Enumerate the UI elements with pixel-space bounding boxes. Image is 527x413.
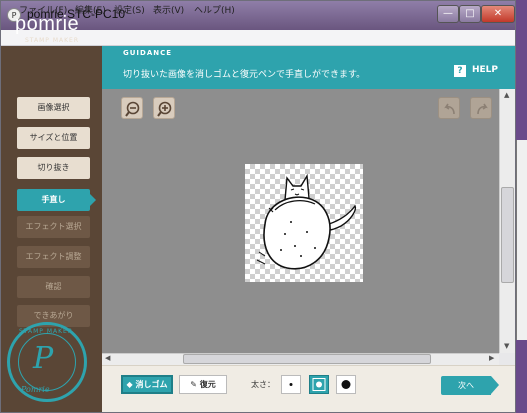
- current-step-arrow: [90, 194, 96, 206]
- maximize-button[interactable]: □: [459, 5, 481, 23]
- guidance-label: GUIDANCE: [123, 49, 173, 57]
- vertical-scroll-thumb[interactable]: [501, 187, 514, 283]
- logo: pomrie: [15, 13, 80, 35]
- undo-icon: [444, 103, 455, 115]
- size-medium-button[interactable]: [309, 375, 329, 394]
- logo-subtitle: STAMP MAKER: [25, 37, 79, 44]
- step-effect-adjust: エフェクト調整: [17, 246, 90, 268]
- size-small-button[interactable]: [281, 375, 301, 394]
- step-confirm: 確認: [17, 276, 90, 298]
- redo-icon: [477, 103, 488, 115]
- restore-label: 復元: [199, 380, 216, 389]
- zoom-out-icon: [125, 101, 140, 117]
- step-effect-select: エフェクト選択: [17, 216, 90, 238]
- menu-help[interactable]: ヘルプ(H): [194, 3, 235, 16]
- step-image-select[interactable]: 画像選択: [17, 97, 90, 119]
- eraser-button[interactable]: ◆ 消しゴム: [121, 375, 173, 394]
- zoom-out-button[interactable]: [121, 97, 143, 119]
- app-window: P pomrie STC-PC10 — □ ✕ ファイル(F) 編集(E) 設定…: [0, 0, 516, 413]
- help-button[interactable]: HELP: [472, 65, 498, 75]
- scroll-down-icon[interactable]: ▼: [504, 342, 509, 350]
- eraser-label: 消しゴム: [135, 380, 168, 389]
- guidance-text: 切り抜いた画像を消しゴムと復元ペンで手直しができます。: [123, 70, 366, 80]
- menu-settings[interactable]: 設定(S): [114, 3, 145, 16]
- seal-letter: P: [33, 341, 54, 376]
- scroll-up-icon[interactable]: ▲: [504, 91, 509, 99]
- restore-pen-icon: ✎: [190, 380, 197, 389]
- thickness-label: 太さ：: [251, 380, 275, 389]
- menu-edit[interactable]: 編集(E): [75, 3, 106, 16]
- redo-button[interactable]: [470, 97, 492, 119]
- horizontal-scroll-thumb[interactable]: [183, 354, 431, 364]
- scroll-left-icon[interactable]: ◀: [105, 354, 110, 362]
- next-arrow-tip[interactable]: [491, 376, 499, 394]
- minimize-button[interactable]: —: [437, 5, 459, 23]
- large-dot-icon: [341, 380, 351, 389]
- small-dot-icon: [289, 383, 293, 386]
- step-touch-up[interactable]: 手直し: [17, 189, 90, 211]
- zoom-in-button[interactable]: [153, 97, 175, 119]
- help-icon[interactable]: ?: [454, 65, 466, 77]
- restore-pen-button[interactable]: ✎ 復元: [179, 375, 227, 394]
- medium-dot-icon: [312, 378, 326, 391]
- step-size-position[interactable]: サイズと位置: [17, 127, 90, 149]
- background-window[interactable]: [516, 140, 527, 340]
- undo-button[interactable]: [438, 97, 460, 119]
- seal-top-text: STAMP MAKER: [19, 328, 73, 335]
- step-crop[interactable]: 切り抜き: [17, 157, 90, 179]
- cat-drawing: [256, 173, 357, 270]
- size-large-button[interactable]: [336, 375, 356, 394]
- zoom-in-icon: [157, 101, 172, 117]
- scroll-right-icon[interactable]: ▶: [489, 354, 494, 362]
- next-button[interactable]: 次へ: [441, 376, 491, 395]
- menu-view[interactable]: 表示(V): [153, 3, 184, 16]
- close-button[interactable]: ✕: [481, 5, 515, 23]
- eraser-icon: ◆: [126, 380, 133, 389]
- seal-bottom-text: Pomrie: [21, 385, 50, 394]
- stamp-image-preview[interactable]: [245, 164, 363, 282]
